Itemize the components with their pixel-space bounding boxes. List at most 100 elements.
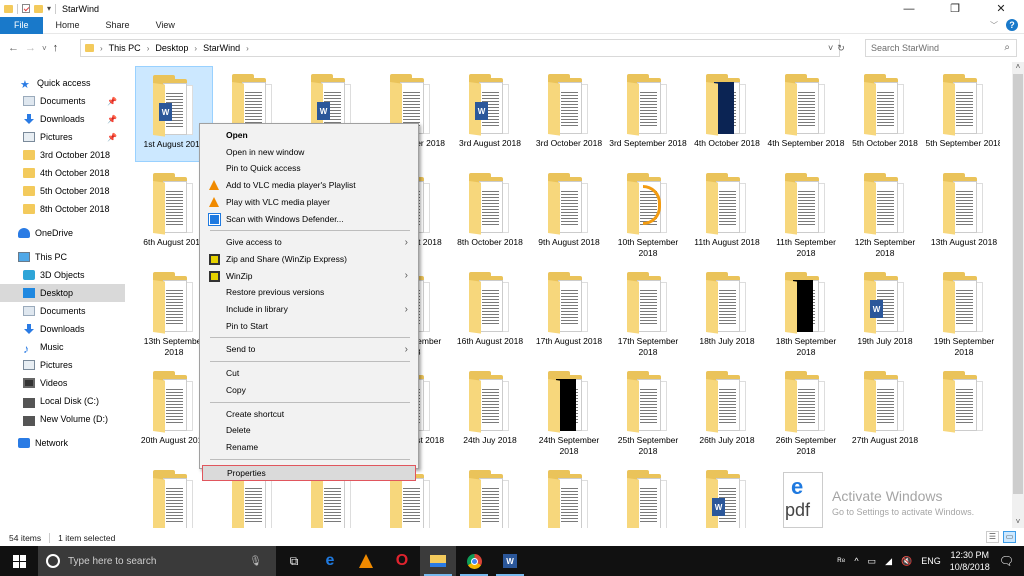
sidebar-item-onedrive[interactable]: OneDrive — [0, 224, 125, 242]
folder-item[interactable]: 17th September 2018 — [609, 264, 687, 360]
tab-home[interactable]: Home — [43, 17, 93, 34]
opera-icon[interactable]: O — [384, 546, 420, 576]
help-icon[interactable]: ? — [1006, 19, 1018, 31]
menu-item-create-shortcut[interactable]: Create shortcut — [202, 406, 416, 422]
menu-item-delete[interactable]: Delete — [202, 422, 416, 438]
folder-item[interactable]: W — [688, 462, 766, 528]
sidebar-item-network[interactable]: Network — [0, 434, 125, 452]
minimize-button[interactable]: — — [886, 0, 932, 17]
edge-icon[interactable]: e — [312, 546, 348, 576]
properties-icon[interactable] — [22, 4, 30, 13]
word-icon[interactable]: W — [492, 546, 528, 576]
sidebar-item-5th-october[interactable]: 5th October 2018 — [0, 182, 125, 200]
folder-item[interactable]: 9th August 2018 — [530, 165, 608, 261]
file-explorer-icon[interactable] — [420, 546, 456, 576]
tab-view[interactable]: View — [143, 17, 188, 34]
menu-item-open[interactable]: Open — [202, 127, 416, 143]
folder-item[interactable]: 26th July 2018 — [688, 363, 766, 459]
task-view-icon[interactable]: ⧉ — [276, 546, 312, 576]
folder-item[interactable]: 3rd October 2018 — [530, 66, 608, 162]
tab-file[interactable]: File — [0, 16, 43, 34]
back-button[interactable]: ← — [8, 42, 19, 54]
scrollbar-thumb[interactable] — [1013, 74, 1023, 494]
sidebar-item-3d-objects[interactable]: 3D Objects — [0, 266, 125, 284]
menu-item-zip-and-share-winzip-express[interactable]: Zip and Share (WinZip Express) — [202, 251, 416, 267]
menu-item-rename[interactable]: Rename — [202, 439, 416, 455]
search-input[interactable]: Search StarWind ⌕ — [865, 39, 1017, 57]
sidebar-item-downloads[interactable]: Downloads 📌 — [0, 110, 125, 128]
expand-ribbon-icon[interactable]: ﹀ — [990, 20, 998, 31]
sidebar-item-desktop[interactable]: Desktop — [0, 284, 125, 302]
new-folder-icon[interactable] — [34, 4, 43, 13]
menu-item-restore-previous-versions[interactable]: Restore previous versions — [202, 284, 416, 300]
vertical-scrollbar[interactable]: ˄ ˅ — [1012, 62, 1024, 528]
scroll-down-icon[interactable]: ˅ — [1012, 517, 1024, 526]
menu-item-open-in-new-window[interactable]: Open in new window — [202, 144, 416, 160]
address-bar[interactable]: › This PC › Desktop › StarWind › — [80, 39, 840, 57]
sidebar-item-documents-pc[interactable]: Documents — [0, 302, 125, 320]
folder-item[interactable]: 17th August 2018 — [530, 264, 608, 360]
folder-item[interactable] — [925, 363, 1000, 459]
folder-item[interactable]: 13th August 2018 — [925, 165, 1000, 261]
volume-muted-icon[interactable]: 🔇 — [901, 556, 912, 567]
folder-item[interactable]: 25th September 2018 — [609, 363, 687, 459]
folder-item[interactable]: 24th September 2018 — [530, 363, 608, 459]
folder-item[interactable] — [451, 462, 529, 528]
refresh-icon[interactable]: ↻ — [837, 43, 845, 54]
recent-locations-button[interactable]: ˅ — [42, 44, 47, 53]
details-view-icon[interactable]: ☰ — [986, 531, 999, 543]
menu-item-include-in-library[interactable]: Include in library › — [202, 301, 416, 317]
folder-item[interactable] — [530, 462, 608, 528]
show-hidden-icons[interactable]: ^ — [854, 556, 858, 566]
sidebar-item-pictures[interactable]: Pictures 📌 — [0, 128, 125, 146]
wifi-icon[interactable]: ◢ — [885, 556, 892, 567]
breadcrumb-desktop[interactable]: Desktop — [155, 43, 188, 53]
menu-item-properties[interactable]: Properties — [202, 464, 416, 481]
sidebar-item-videos[interactable]: Videos — [0, 374, 125, 392]
folder-item[interactable]: 11th August 2018 — [688, 165, 766, 261]
sidebar-item-quick-access[interactable]: ★ Quick access — [0, 74, 125, 92]
sidebar-item-3rd-october[interactable]: 3rd October 2018 — [0, 146, 125, 164]
folder-item[interactable]: 18th September 2018 — [767, 264, 845, 360]
sidebar-item-documents[interactable]: Documents 📌 — [0, 92, 125, 110]
customize-toolbar-icon[interactable]: ▾ — [47, 4, 51, 13]
menu-item-give-access-to[interactable]: Give access to › — [202, 234, 416, 250]
close-button[interactable]: ✕ — [978, 0, 1024, 17]
folder-item[interactable]: 16th August 2018 — [451, 264, 529, 360]
breadcrumb-this-pc[interactable]: This PC — [109, 43, 141, 53]
forward-button[interactable]: → — [25, 42, 36, 54]
menu-item-pin-to-quick-access[interactable]: Pin to Quick access — [202, 160, 416, 176]
people-icon[interactable]: ᴿ⁸ — [837, 556, 845, 566]
sidebar-item-downloads-pc[interactable]: Downloads — [0, 320, 125, 338]
menu-item-copy[interactable]: Copy — [202, 382, 416, 398]
folder-item[interactable]: 12th September 2018 — [846, 165, 924, 261]
menu-item-scan-with-windows-defender[interactable]: Scan with Windows Defender... — [202, 211, 416, 227]
up-button[interactable]: ↑ — [53, 42, 59, 54]
folder-item[interactable]: W 3rd August 2018 — [451, 66, 529, 162]
menu-item-cut[interactable]: Cut — [202, 365, 416, 381]
sidebar-item-4th-october[interactable]: 4th October 2018 — [0, 164, 125, 182]
folder-item[interactable]: 8th October 2018 — [451, 165, 529, 261]
folder-item[interactable]: 26th September 2018 — [767, 363, 845, 459]
chevron-right-icon[interactable]: › — [147, 44, 150, 53]
start-button[interactable] — [0, 546, 38, 576]
scroll-up-icon[interactable]: ˄ — [1012, 62, 1024, 71]
chevron-right-icon[interactable]: › — [100, 44, 103, 53]
folder-item[interactable]: W 19th July 2018 — [846, 264, 924, 360]
chevron-right-icon[interactable]: › — [194, 44, 197, 53]
menu-item-play-with-vlc-media-player[interactable]: Play with VLC media player — [202, 194, 416, 210]
tab-share[interactable]: Share — [93, 17, 143, 34]
folder-item[interactable]: 19th September 2018 — [925, 264, 1000, 360]
sidebar-item-local-disk-c[interactable]: Local Disk (C:) — [0, 392, 125, 410]
action-center-icon[interactable]: 🗨 — [999, 554, 1014, 568]
folder-item[interactable]: 27th August 2018 — [846, 363, 924, 459]
sidebar-item-8th-october[interactable]: 8th October 2018 — [0, 200, 125, 218]
folder-item[interactable]: 24th Juy 2018 — [451, 363, 529, 459]
clock[interactable]: 12:30 PM 10/8/2018 — [950, 549, 990, 573]
language-indicator[interactable]: ENG — [921, 556, 941, 566]
menu-item-add-to-vlc-media-player-s-playlist[interactable]: Add to VLC media player's Playlist — [202, 177, 416, 193]
folder-item[interactable]: 5th September 2018 — [925, 66, 1000, 162]
address-dropdown-icon[interactable]: ˅ — [828, 43, 833, 53]
folder-item[interactable]: 18th July 2018 — [688, 264, 766, 360]
menu-item-winzip[interactable]: WinZip › — [202, 268, 416, 284]
